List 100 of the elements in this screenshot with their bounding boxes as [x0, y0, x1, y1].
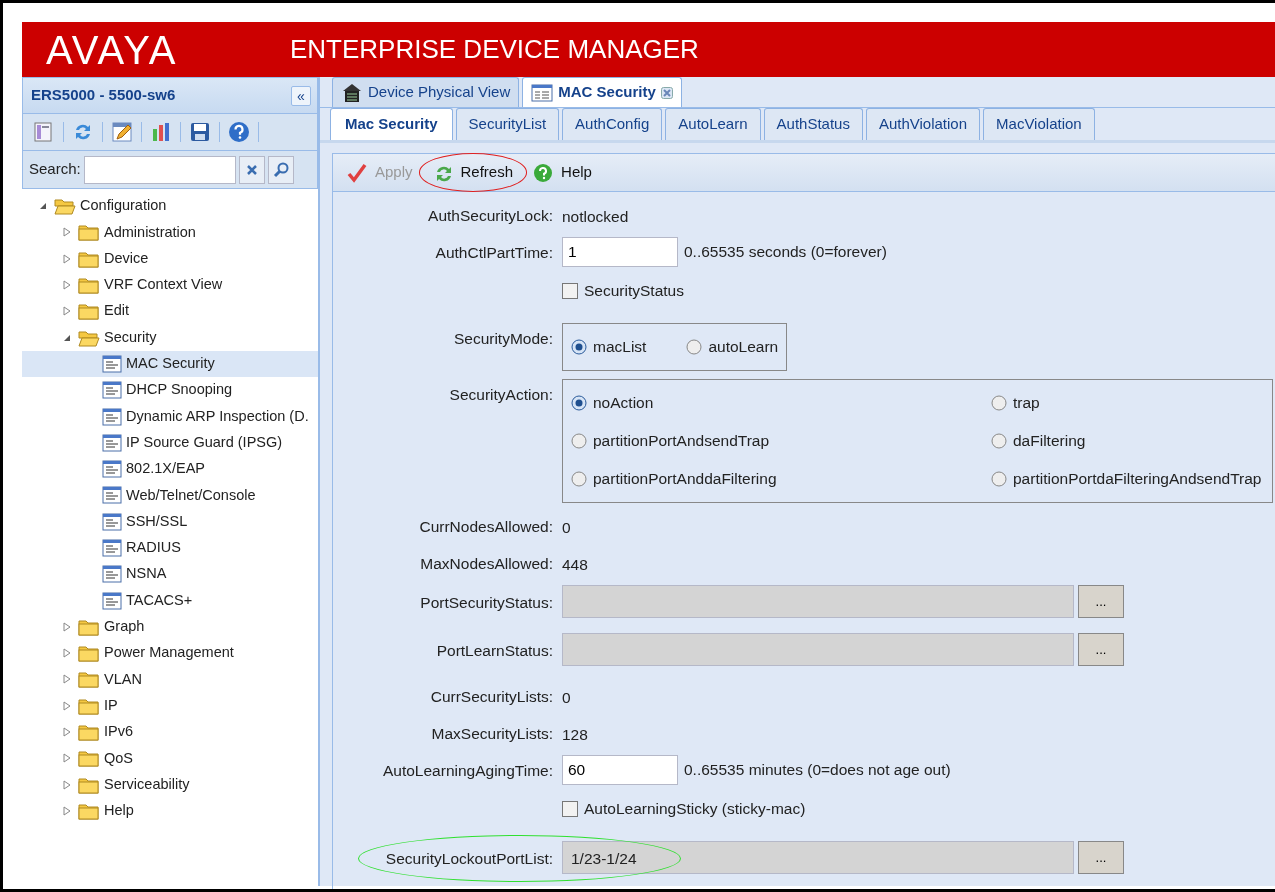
field-label: CurrNodesAllowed: — [419, 518, 553, 535]
search-field[interactable] — [83, 155, 236, 184]
tab[interactable]: MacViolation — [983, 108, 1095, 140]
tab[interactable]: Mac Security — [330, 108, 453, 140]
expand-arrow-icon[interactable] — [63, 227, 71, 238]
tree-item[interactable]: NSNA — [22, 561, 318, 588]
expand-arrow-icon[interactable] — [63, 280, 71, 291]
tab[interactable]: AutoLearn — [665, 108, 761, 140]
document-icon — [102, 460, 122, 479]
tab[interactable]: AuthViolation — [865, 108, 981, 140]
tree-item[interactable]: Power Management — [22, 640, 318, 667]
folder-icon — [78, 275, 100, 296]
tree-item[interactable]: SSH/SSL — [22, 508, 318, 535]
input-field[interactable]: 1 — [562, 237, 678, 267]
tree-item[interactable]: Graph — [22, 613, 318, 641]
document-tab[interactable]: MAC Security — [522, 77, 682, 107]
expand-arrow-icon[interactable] — [63, 805, 71, 816]
field-value: 0 — [562, 518, 572, 538]
list-field[interactable] — [562, 633, 1074, 666]
field-label: MaxNodesAllowed: — [420, 555, 553, 572]
tree-item[interactable]: Dynamic ARP Inspection (D. — [22, 403, 318, 430]
field-label: CurrSecurityLists: — [430, 688, 553, 705]
tree-item[interactable]: Configuration — [22, 193, 318, 220]
tree-item[interactable]: QoS — [22, 745, 318, 772]
document-tab[interactable]: Device Physical View — [332, 77, 520, 107]
document-icon — [102, 539, 122, 557]
tree-item[interactable]: RADIUS — [22, 534, 318, 562]
list-field[interactable] — [562, 585, 1074, 618]
tree-item[interactable]: Device — [22, 245, 318, 272]
save-icon[interactable] — [189, 121, 211, 143]
field-label: PortLearnStatus: — [436, 642, 553, 659]
tree-item[interactable]: Edit — [22, 298, 318, 325]
expand-arrow-icon[interactable] — [63, 700, 71, 711]
radio-option[interactable]: daFiltering — [991, 422, 1264, 460]
list-field[interactable]: 1/23-1/24 — [562, 841, 1074, 874]
tab[interactable]: AuthConfig — [562, 108, 663, 140]
clear-button[interactable] — [238, 155, 265, 184]
document-icon — [102, 354, 122, 373]
expand-arrow-icon[interactable] — [63, 779, 71, 790]
tree-item[interactable]: 802.1X/EAP — [22, 455, 318, 483]
browse-button[interactable]: ... — [1078, 585, 1124, 618]
refresh-button[interactable]: Refresh — [426, 159, 520, 186]
bar-chart-icon[interactable] — [150, 121, 172, 143]
folder-icon — [78, 643, 100, 664]
tree-item[interactable]: VLAN — [22, 666, 318, 693]
expand-arrow-icon[interactable] — [63, 621, 71, 632]
tree-item[interactable]: IP — [22, 692, 318, 719]
radio-option[interactable]: trap — [991, 384, 1264, 422]
search-button[interactable] — [267, 155, 294, 184]
collapse-arrow-icon[interactable] — [39, 202, 47, 211]
tree-item[interactable]: Security — [22, 324, 318, 351]
radio-option[interactable]: noAction — [571, 384, 951, 422]
tree-item[interactable]: Administration — [22, 219, 318, 246]
checkbox[interactable]: SecurityStatus — [562, 279, 1275, 303]
tree-item[interactable]: IP Source Guard (IPSG) — [22, 429, 318, 456]
expand-arrow-icon[interactable] — [63, 306, 71, 317]
close-icon — [245, 163, 258, 176]
logo: AVAYA — [46, 26, 179, 74]
input-field[interactable]: 60 — [562, 755, 678, 785]
expand-arrow-icon[interactable] — [63, 674, 71, 685]
device-icon — [341, 81, 363, 104]
tab[interactable]: AuthStatus — [763, 108, 863, 140]
expand-arrow-icon[interactable] — [63, 648, 71, 659]
collapse-arrow-icon[interactable] — [63, 333, 71, 342]
tree-item[interactable]: TACACS+ — [22, 587, 318, 614]
tree-item[interactable]: Web/Telnet/Console — [22, 482, 318, 509]
hint-text: 0..65535 minutes (0=does not age out) — [684, 760, 951, 781]
tree-item[interactable]: MAC Security — [22, 350, 318, 378]
browse-button[interactable]: ... — [1078, 841, 1124, 874]
search-icon — [272, 161, 289, 178]
list-icon[interactable] — [33, 121, 55, 143]
close-icon[interactable] — [660, 86, 673, 99]
radio-option[interactable]: autoLearn — [686, 328, 779, 366]
radio-option[interactable]: partitionPortAnddaFiltering — [571, 460, 951, 498]
field-label: AuthSecurityLock: — [428, 207, 553, 224]
help-button[interactable]: Help — [527, 159, 598, 186]
checkbox[interactable]: AutoLearningSticky (sticky-mac) — [562, 797, 1275, 821]
field-value: 0 — [562, 688, 572, 708]
app-title: ENTERPRISE DEVICE MANAGER — [290, 33, 699, 66]
panel-title: ERS5000 - 5500-sw6 — [31, 85, 176, 106]
tab[interactable]: SecurityList — [455, 108, 560, 140]
expand-arrow-icon[interactable] — [63, 253, 71, 264]
tree-item[interactable]: IPv6 — [22, 718, 318, 746]
help-icon[interactable] — [228, 121, 250, 143]
tree-item[interactable]: Serviceability — [22, 771, 318, 798]
field-label: AuthCtlPartTime: — [435, 244, 553, 261]
edit-icon[interactable] — [111, 121, 133, 143]
tree-item[interactable]: Help — [22, 797, 318, 825]
document-icon — [102, 486, 122, 505]
tree-item[interactable]: DHCP Snooping — [22, 377, 318, 404]
radio-option[interactable]: partitionPortAndsendTrap — [571, 422, 951, 460]
document-icon — [102, 565, 122, 584]
tree-item[interactable]: VRF Context View — [22, 271, 318, 299]
radio-option[interactable]: macList — [571, 328, 647, 366]
expand-arrow-icon[interactable] — [63, 753, 71, 764]
browse-button[interactable]: ... — [1078, 633, 1124, 666]
folder-icon — [78, 722, 100, 743]
radio-option[interactable]: partitionPortdaFilteringAndsendTrap — [991, 460, 1264, 498]
expand-arrow-icon[interactable] — [63, 727, 71, 738]
collapse-button[interactable]: « — [291, 85, 311, 106]
